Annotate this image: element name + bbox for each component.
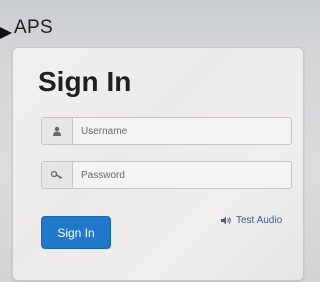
speaker-icon xyxy=(221,216,232,225)
username-input[interactable] xyxy=(73,118,291,144)
user-icon xyxy=(42,118,73,144)
key-icon xyxy=(42,162,73,188)
sign-in-heading: Sign In xyxy=(38,66,132,97)
test-audio-link[interactable]: Test Audio xyxy=(221,215,282,226)
password-input[interactable] xyxy=(73,162,291,188)
password-field-group xyxy=(41,161,292,189)
test-audio-label: Test Audio xyxy=(236,215,283,226)
sign-in-panel: Sign In Sign In Test xyxy=(12,47,304,281)
sign-in-button[interactable]: Sign In xyxy=(41,216,111,249)
app-title: APS xyxy=(14,17,53,38)
username-field-group xyxy=(41,117,292,145)
pointer-arrow-icon xyxy=(0,27,12,39)
